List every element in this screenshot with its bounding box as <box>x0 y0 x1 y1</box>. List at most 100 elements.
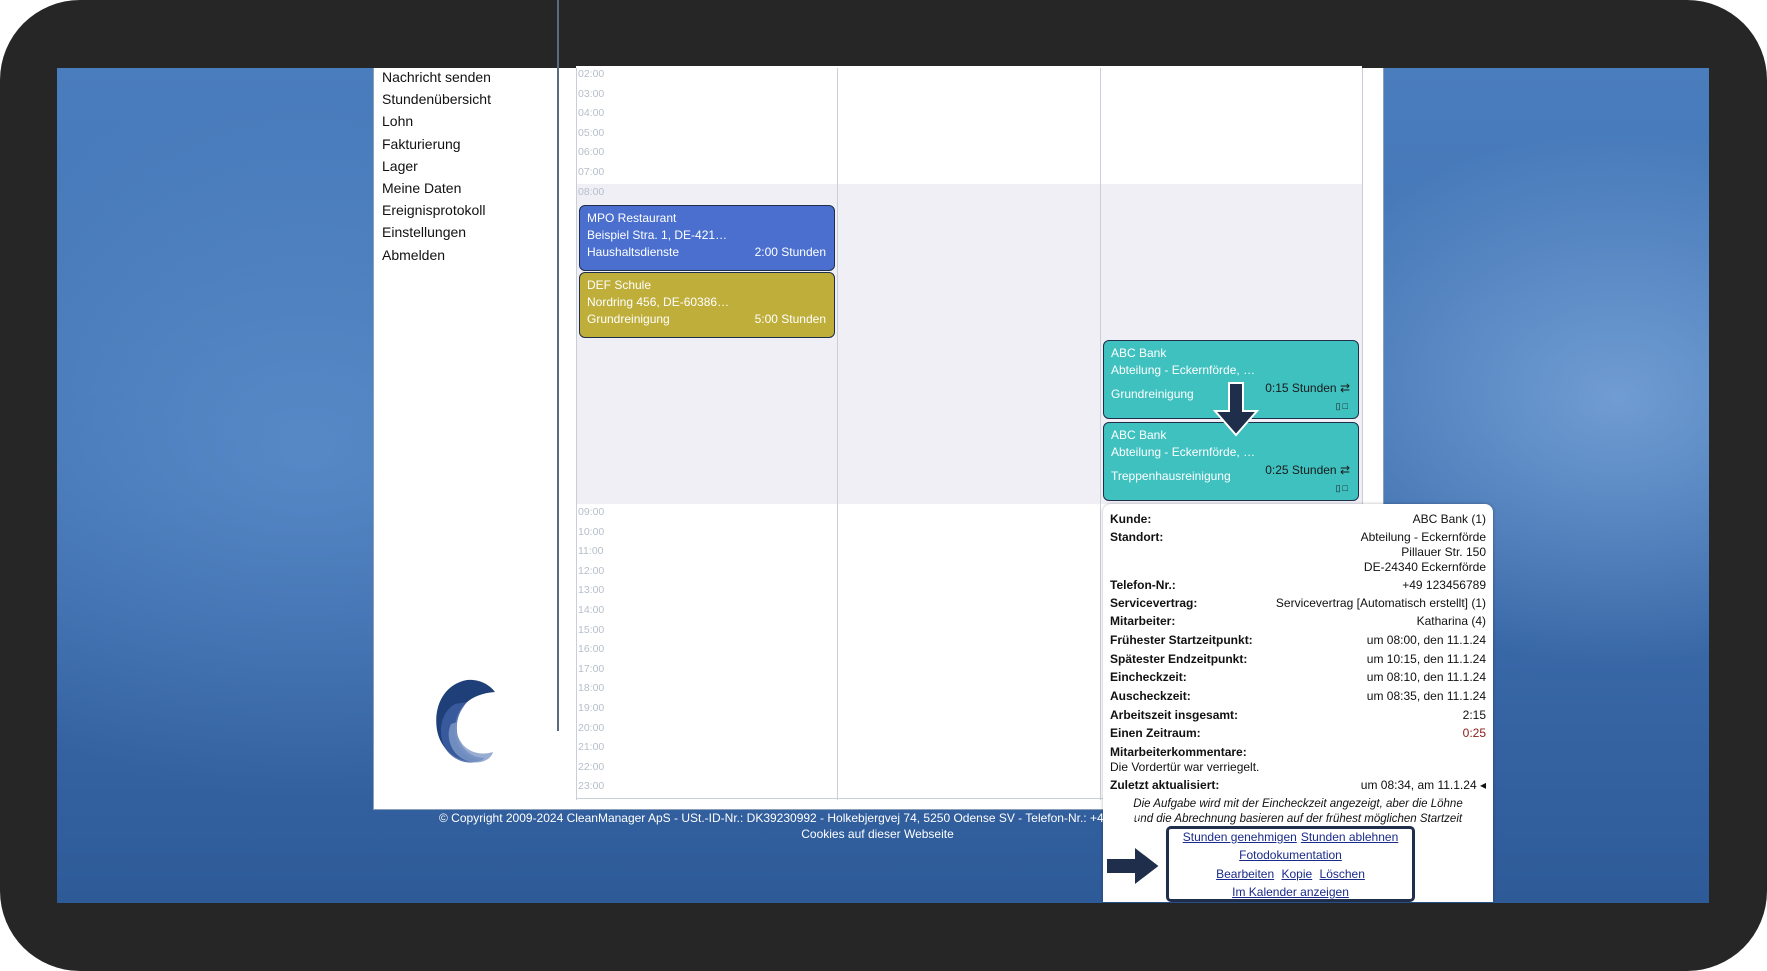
label: Spätester Endzeitpunkt: <box>1110 652 1248 666</box>
hour-row[interactable]: 07:00 <box>576 164 1362 185</box>
popup-note: Die Aufgabe wird mit der Eincheckzeit an… <box>1110 797 1486 826</box>
hour-label: 05:00 <box>578 126 605 139</box>
column-divider <box>576 68 577 800</box>
arrow-right-icon <box>1104 842 1162 890</box>
event-name: ABC Bank <box>1111 346 1167 360</box>
value: Abteilung - Eckernförde Pillauer Str. 150… <box>1361 530 1486 575</box>
edit-link[interactable]: Bearbeiten <box>1216 867 1274 881</box>
hour-label: 04:00 <box>578 107 605 120</box>
event-address: Abteilung - Eckernförde, … <box>1111 445 1256 459</box>
detail-total: Arbeitszeit insgesamt: 2:15 <box>1110 708 1486 724</box>
detail-comments: Mitarbeiterkommentare: <box>1110 745 1486 761</box>
detail-comment-text: Die Vordertür war verriegelt. <box>1110 760 1486 776</box>
menu-item-nachricht-senden[interactable]: Nachricht senden <box>382 66 552 88</box>
event-address: Abteilung - Eckernförde, … <box>1111 363 1256 377</box>
detail-servicevertrag: Servicevertrag: Servicevertrag [Automatis… <box>1110 596 1486 612</box>
menu-item-einstellungen[interactable]: Einstellungen <box>382 221 552 243</box>
hour-label: 17:00 <box>578 662 605 675</box>
event-card[interactable]: DEF Schule Nordring 456, DE-60386… Grund… <box>579 272 835 338</box>
label: Arbeitszeit insgesamt: <box>1110 708 1239 722</box>
menu-item-lager[interactable]: Lager <box>382 155 552 177</box>
detail-span: Einen Zeitraum: 0:25 <box>1110 726 1486 742</box>
hour-label: 08:00 <box>578 185 605 198</box>
hour-row[interactable]: 04:00 <box>576 105 1362 126</box>
value: um 08:34, am 11.1.24 ◂ <box>1361 778 1486 792</box>
menu-item-stundenuebersicht[interactable]: Stundenübersicht <box>382 88 552 110</box>
value: um 08:35, den 11.1.24 <box>1366 689 1486 703</box>
column-divider <box>837 68 838 800</box>
hour-label: 22:00 <box>578 760 605 773</box>
label: Telefon-Nr.: <box>1110 578 1176 592</box>
detail-standort: Standort: Abteilung - Eckernförde Pillaue… <box>1110 530 1486 576</box>
event-name: MPO Restaurant <box>587 211 677 225</box>
swap-icon: ⇄ <box>1339 463 1350 477</box>
menu-item-meine-daten[interactable]: Meine Daten <box>382 177 552 199</box>
menu-item-fakturierung[interactable]: Fakturierung <box>382 133 552 155</box>
menu-item-ereignisprotokoll[interactable]: Ereignisprotokoll <box>382 199 552 221</box>
event-card[interactable]: MPO Restaurant Beispiel Stra. 1, DE-421…… <box>579 205 835 271</box>
menu-item-abmelden[interactable]: Abmelden <box>382 244 552 266</box>
side-menu: Nachricht senden Stundenübersicht Lohn F… <box>382 66 552 266</box>
delete-link[interactable]: Löschen <box>1320 867 1365 881</box>
value: Katharina (4) <box>1416 614 1486 628</box>
event-duration: 0:15 Stunden ⇄ <box>1265 380 1350 397</box>
value: 0:25 <box>1462 726 1486 740</box>
cleanmanager-logo-icon <box>405 660 525 780</box>
hour-row[interactable]: 02:00 <box>576 66 1362 87</box>
value: ABC Bank (1) <box>1412 512 1486 526</box>
hour-row[interactable]: 03:00 <box>576 85 1362 107</box>
hour-label: 20:00 <box>578 721 605 734</box>
action-line: Fotodokumentation <box>1169 848 1412 862</box>
label: Servicevertrag: <box>1110 596 1198 610</box>
photo-documentation-link[interactable]: Fotodokumentation <box>1239 848 1342 862</box>
caret-left-icon: ◂ <box>1479 778 1486 792</box>
hour-label: 12:00 <box>578 564 605 577</box>
value: um 08:10, den 11.1.24 <box>1366 670 1486 684</box>
hour-label: 02:00 <box>578 68 605 80</box>
label: Kunde: <box>1110 512 1152 526</box>
hour-label: 03:00 <box>578 87 605 100</box>
detail-start: Frühester Startzeitpunkt: um 08:00, den 1… <box>1110 633 1486 649</box>
hour-label: 21:00 <box>578 741 605 754</box>
hour-label: 10:00 <box>578 525 605 538</box>
event-duration: 2:00 Stunden <box>754 245 826 259</box>
label: Eincheckzeit: <box>1110 670 1187 684</box>
label: Standort: <box>1110 530 1164 544</box>
copy-link[interactable]: Kopie <box>1281 867 1312 881</box>
note-line: Die Aufgabe wird mit der Eincheckzeit an… <box>1133 798 1463 810</box>
show-in-calendar-link[interactable]: Im Kalender anzeigen <box>1232 885 1349 899</box>
hour-label: 18:00 <box>578 682 605 695</box>
menu-divider <box>557 0 559 731</box>
event-address: Beispiel Stra. 1, DE-421… <box>587 228 728 242</box>
value: Servicevertrag [Automatisch erstellt] (1… <box>1275 596 1486 610</box>
hour-label: 16:00 <box>578 643 605 656</box>
value: um 10:15, den 11.1.24 <box>1366 652 1486 666</box>
hour-label: 13:00 <box>578 584 605 597</box>
menu-item-lohn[interactable]: Lohn <box>382 110 552 132</box>
note-line: und die Abrechnung basieren auf der früh… <box>1133 812 1463 825</box>
label: Frühester Startzeitpunkt: <box>1110 633 1253 647</box>
label: Mitarbeiterkommentare: <box>1110 745 1247 759</box>
label: Einen Zeitraum: <box>1110 726 1201 740</box>
comment: Die Vordertür war verriegelt. <box>1110 760 1260 774</box>
hour-label: 09:00 <box>578 506 605 518</box>
standort-line: Pillauer Str. 150 <box>1401 545 1486 559</box>
value: 2:15 <box>1462 708 1486 722</box>
hour-row[interactable]: 05:00 <box>576 124 1362 146</box>
hour-label: 23:00 <box>578 780 605 793</box>
standort-line: Abteilung - Eckernförde <box>1360 530 1486 544</box>
hour-row[interactable]: 08:00 <box>576 183 1362 204</box>
swap-icon: ⇄ <box>1339 381 1350 395</box>
action-line: Bearbeiten Kopie Löschen <box>1169 867 1412 881</box>
detail-end: Spätester Endzeitpunkt: um 10:15, den 11.… <box>1110 652 1486 668</box>
document-icons: ▯□ <box>1335 483 1350 493</box>
event-duration-text: 0:25 Stunden <box>1265 463 1337 477</box>
label: Zuletzt aktualisiert: <box>1110 778 1220 792</box>
cookies-link[interactable]: Cookies auf dieser Webseite <box>373 827 1382 842</box>
label: Mitarbeiter: <box>1110 614 1176 628</box>
detail-checkout: Auscheckzeit: um 08:35, den 11.1.24 <box>1110 689 1486 705</box>
detail-mitarbeiter: Mitarbeiter: Katharina (4) <box>1110 614 1486 630</box>
detail-checkin: Eincheckzeit: um 08:10, den 11.1.24 <box>1110 670 1486 686</box>
hour-row[interactable]: 06:00 <box>576 144 1362 165</box>
hour-label: 14:00 <box>578 604 605 616</box>
